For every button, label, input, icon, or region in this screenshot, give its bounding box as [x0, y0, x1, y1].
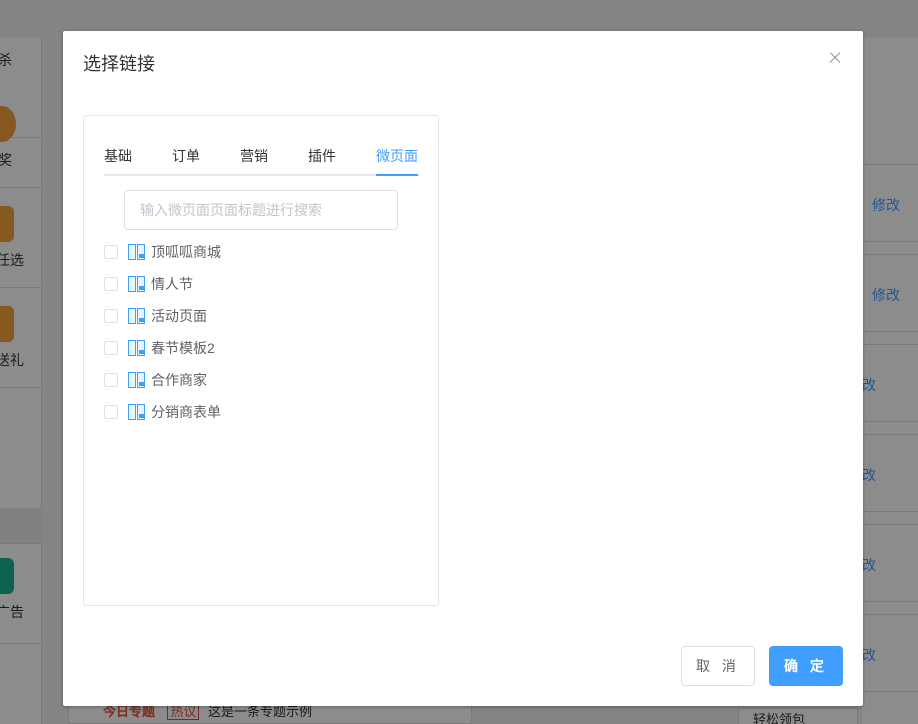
page-label: 分销商表单	[151, 404, 221, 420]
list-item[interactable]: 合作商家	[104, 370, 304, 390]
link-panel: 基础 订单 营销 插件 微页面 顶呱呱商城 情人节 活动页面 春节模板2	[83, 115, 439, 606]
tab-basic[interactable]: 基础	[104, 146, 132, 166]
select-link-dialog: 选择链接 基础 订单 营销 插件 微页面 顶呱呱商城 情人节 活动页面	[63, 31, 863, 706]
page-label: 活动页面	[151, 308, 207, 324]
dialog-title: 选择链接	[83, 54, 155, 74]
checkbox-icon[interactable]	[104, 309, 118, 323]
checkbox-icon[interactable]	[104, 245, 118, 259]
checkbox-icon[interactable]	[104, 405, 118, 419]
tab-micro-page[interactable]: 微页面	[376, 146, 418, 176]
page-label: 情人节	[151, 276, 193, 292]
page-icon	[128, 372, 145, 388]
tab-plugin[interactable]: 插件	[308, 146, 336, 166]
checkbox-icon[interactable]	[104, 277, 118, 291]
page-label: 合作商家	[151, 372, 207, 388]
page-label: 顶呱呱商城	[151, 244, 221, 260]
tab-marketing[interactable]: 营销	[240, 146, 268, 166]
page-icon	[128, 308, 145, 324]
checkbox-icon[interactable]	[104, 341, 118, 355]
list-item[interactable]: 分销商表单	[104, 402, 304, 422]
checkbox-icon[interactable]	[104, 373, 118, 387]
list-item[interactable]: 活动页面	[104, 306, 304, 326]
search-input[interactable]	[124, 190, 398, 230]
page-icon	[128, 244, 145, 260]
list-item[interactable]: 情人节	[104, 274, 304, 294]
cancel-button[interactable]: 取 消	[681, 646, 755, 686]
tab-order[interactable]: 订单	[172, 146, 200, 166]
close-icon[interactable]	[827, 50, 843, 66]
confirm-button[interactable]: 确 定	[769, 646, 843, 686]
list-item[interactable]: 顶呱呱商城	[104, 242, 304, 262]
page-icon	[128, 340, 145, 356]
page-label: 春节模板2	[151, 340, 215, 356]
link-type-tabs: 基础 订单 营销 插件 微页面	[104, 146, 419, 176]
page-icon	[128, 276, 145, 292]
page-icon	[128, 404, 145, 420]
list-item[interactable]: 春节模板2	[104, 338, 304, 358]
